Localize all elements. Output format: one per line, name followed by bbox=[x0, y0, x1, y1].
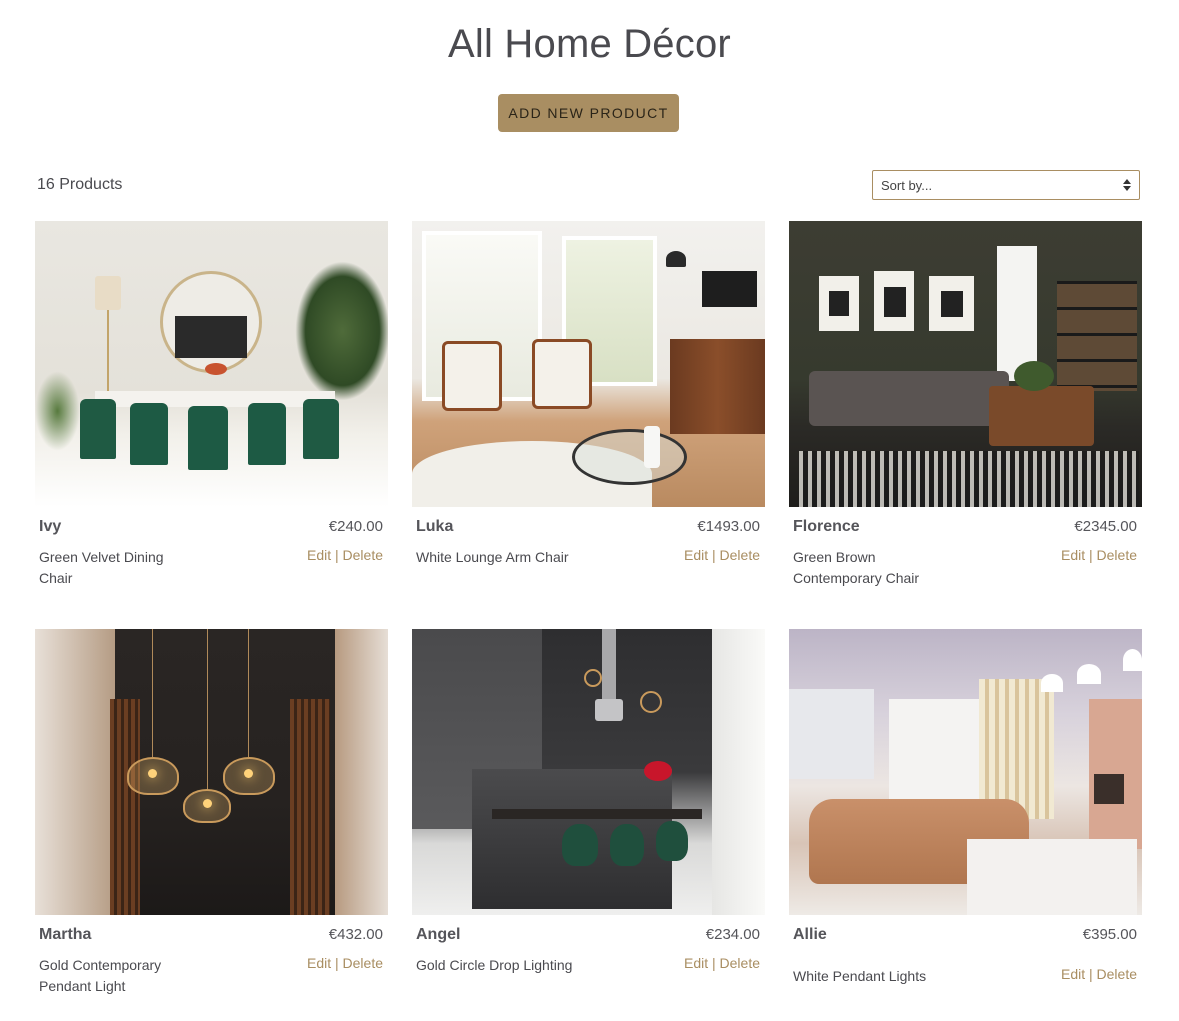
product-name: Martha bbox=[39, 926, 92, 943]
page-title: All Home Décor bbox=[448, 22, 731, 66]
product-description: Gold Circle Drop Lighting bbox=[416, 957, 573, 973]
product-description: White Pendant Lights bbox=[793, 968, 927, 984]
product-card: Florence €2345.00 Green Brown Contempora… bbox=[789, 221, 1142, 586]
product-image[interactable] bbox=[789, 629, 1142, 915]
sort-select[interactable]: Sort by... bbox=[872, 170, 1140, 200]
edit-link[interactable]: Edit bbox=[307, 547, 331, 563]
product-card: Allie €395.00 White Pendant Lights Edit … bbox=[789, 629, 1142, 984]
delete-link[interactable]: Delete bbox=[343, 955, 383, 971]
delete-link[interactable]: Delete bbox=[1097, 547, 1137, 563]
product-description: Green Brown Contemporary Chair bbox=[793, 549, 920, 586]
edit-link[interactable]: Edit bbox=[684, 955, 708, 971]
action-separator: | bbox=[1089, 547, 1093, 563]
product-price: €234.00 bbox=[705, 926, 760, 943]
product-image[interactable] bbox=[35, 221, 388, 507]
action-separator: | bbox=[335, 547, 339, 563]
product-card: Ivy €240.00 Green Velvet Dining Chair Ed… bbox=[35, 221, 388, 586]
add-new-product-button[interactable]: ADD NEW PRODUCT bbox=[498, 94, 679, 132]
product-price: €395.00 bbox=[1082, 926, 1137, 943]
product-actions: Edit | Delete bbox=[307, 547, 383, 563]
product-card: Angel €234.00 Gold Circle Drop Lighting … bbox=[412, 629, 765, 973]
action-separator: | bbox=[712, 955, 716, 971]
product-name: Angel bbox=[416, 926, 461, 943]
delete-link[interactable]: Delete bbox=[720, 955, 760, 971]
product-description: Gold Contemporary Pendant Light bbox=[39, 957, 162, 994]
product-actions: Edit | Delete bbox=[684, 547, 760, 563]
delete-link[interactable]: Delete bbox=[720, 547, 760, 563]
edit-link[interactable]: Edit bbox=[307, 955, 331, 971]
product-name: Ivy bbox=[39, 518, 62, 535]
sort-arrows-icon bbox=[1123, 179, 1131, 191]
edit-link[interactable]: Edit bbox=[684, 547, 708, 563]
action-separator: | bbox=[1089, 966, 1093, 982]
product-price: €432.00 bbox=[328, 926, 383, 943]
edit-link[interactable]: Edit bbox=[1061, 547, 1085, 563]
delete-link[interactable]: Delete bbox=[1097, 966, 1137, 982]
product-image[interactable] bbox=[35, 629, 388, 915]
product-image[interactable] bbox=[412, 629, 765, 915]
product-name: Luka bbox=[416, 518, 454, 535]
sort-select-value: Sort by... bbox=[881, 177, 933, 193]
action-separator: | bbox=[335, 955, 339, 971]
product-price: €240.00 bbox=[328, 518, 383, 535]
product-price: €1493.00 bbox=[697, 518, 760, 535]
product-count: 16 Products bbox=[37, 176, 123, 193]
product-card: Luka €1493.00 White Lounge Arm Chair Edi… bbox=[412, 221, 765, 565]
product-name: Florence bbox=[793, 518, 860, 535]
product-image[interactable] bbox=[789, 221, 1142, 507]
action-separator: | bbox=[712, 547, 716, 563]
product-image[interactable] bbox=[412, 221, 765, 507]
delete-link[interactable]: Delete bbox=[343, 547, 383, 563]
product-actions: Edit | Delete bbox=[684, 955, 760, 971]
product-name: Allie bbox=[793, 926, 827, 943]
product-price: €2345.00 bbox=[1074, 518, 1137, 535]
edit-link[interactable]: Edit bbox=[1061, 966, 1085, 982]
product-description: White Lounge Arm Chair bbox=[416, 549, 569, 565]
product-actions: Edit | Delete bbox=[1061, 966, 1137, 982]
product-card: Martha €432.00 Gold Contemporary Pendant… bbox=[35, 629, 388, 994]
product-actions: Edit | Delete bbox=[1061, 547, 1137, 563]
product-actions: Edit | Delete bbox=[307, 955, 383, 971]
product-description: Green Velvet Dining Chair bbox=[39, 549, 164, 586]
